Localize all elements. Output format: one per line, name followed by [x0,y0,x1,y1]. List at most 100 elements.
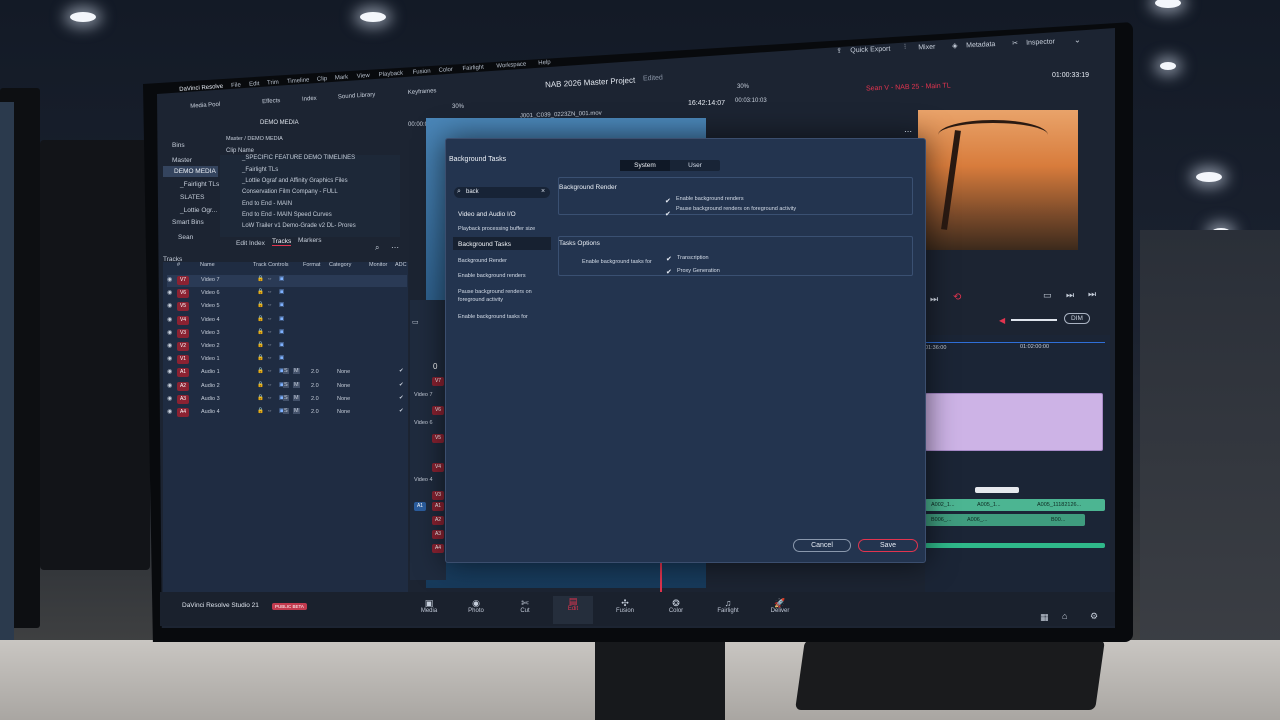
nav-background-render[interactable]: Background Render [458,258,507,264]
media-pool-button[interactable]: Media Pool [190,102,220,110]
track-name[interactable]: Video 2 [201,343,220,349]
inspector-button[interactable]: Inspector [1026,38,1055,46]
index-button[interactable]: Index [302,96,317,103]
track-name[interactable]: Audio 2 [201,383,220,389]
clip-item[interactable]: _Fairlight TLs [242,167,278,173]
nav-enable-tasks[interactable]: Enable background tasks for [458,314,528,320]
auto-select-icon[interactable]: ⇔ [267,355,273,361]
menu-workspace[interactable]: Workspace [496,61,526,69]
lock-icon[interactable]: 🔒 [257,302,264,308]
enable-track-icon[interactable]: ▣ [279,355,284,361]
lock-icon[interactable]: 🔒 [257,316,264,322]
track-name[interactable]: Audio 1 [201,369,220,375]
adc-check[interactable]: ✔ [399,408,404,414]
dialog-more-icon[interactable]: ⋯ [904,127,912,136]
eye-icon[interactable]: ◉ [167,368,172,375]
track-row[interactable]: ◉ V5 Video 5 🔒 ⇔ ▣ [167,301,407,313]
auto-select-icon[interactable]: ⇔ [267,289,273,295]
page-color[interactable]: ❂ Color [663,598,689,614]
solo-button[interactable]: S [283,408,289,414]
page-fairlight[interactable]: ♫ Fairlight [713,598,743,614]
clip-item[interactable]: LoW Trailer v1 Demo-Grade v2 DL- Prores [242,223,356,229]
bin-fairlight[interactable]: _Fairlight TLs [180,181,219,188]
solo-button[interactable]: S [283,381,289,388]
next-icon[interactable]: ⏭ [1066,290,1074,301]
menu-mark[interactable]: Mark [335,75,349,82]
lock-icon[interactable]: 🔒 [257,289,264,295]
adc-check[interactable]: ✔ [399,382,404,388]
eye-icon[interactable]: ◉ [167,276,172,283]
auto-select-icon[interactable]: ⇔ [267,329,273,335]
clip-item[interactable]: End to End - MAIN [242,201,292,207]
lock-icon[interactable]: 🔒 [257,276,264,282]
track-badge[interactable]: A4 [177,408,189,417]
playhead[interactable] [660,562,662,594]
menu-clip[interactable]: Clip [317,76,328,83]
eye-icon[interactable]: ◉ [167,382,172,389]
eye-icon[interactable]: ◉ [167,395,172,402]
nav-pause-renders[interactable]: Pause background renders on foreground a… [458,288,553,304]
keyframes-button[interactable]: Keyframes [408,88,437,96]
enable-track-icon[interactable]: ▣ [279,316,284,322]
track-name[interactable]: Video 1 [201,356,220,362]
track-row[interactable]: ◉ A4 Audio 4 🔒 ⇔ ▣ 2.0 None S M ✔ [167,407,407,419]
eye-icon[interactable]: ◉ [167,302,172,309]
eye-icon[interactable]: ◉ [167,342,172,349]
auto-select-icon[interactable]: ⇔ [267,342,273,348]
expand-icon[interactable]: ⌄ [1074,35,1081,44]
volume-slider[interactable] [1011,319,1057,321]
tl-badge-a2[interactable]: A2 [432,516,444,525]
track-name[interactable]: Audio 4 [201,409,220,415]
pause-renders-checkbox[interactable]: ✔ [665,211,672,218]
tl-badge-v3[interactable]: V3 [432,491,444,500]
track-name[interactable]: Video 3 [201,330,220,336]
enable-track-icon[interactable]: ▣ [279,342,284,348]
track-badge[interactable]: V6 [177,289,189,299]
page-edit[interactable]: ▤ Edit [553,596,593,624]
tab-markers[interactable]: Markers [298,237,321,244]
small-clip[interactable] [975,487,1019,493]
eye-icon[interactable]: ◉ [167,408,172,415]
mute-button[interactable]: M [293,381,300,388]
lock-icon[interactable]: 🔒 [257,395,264,401]
solo-button[interactable]: S [283,394,289,401]
audio-clip[interactable] [925,543,1105,548]
tab-edit-index[interactable]: Edit Index [236,240,265,247]
eye-icon[interactable]: ◉ [167,289,172,296]
menu-view[interactable]: View [357,73,370,80]
mixer-button[interactable]: Mixer [918,44,935,52]
settings-gear-icon[interactable]: ⚙ [1090,611,1098,622]
menu-color[interactable]: Color [438,67,453,74]
more-icon[interactable]: ⋯ [391,243,399,252]
enable-track-icon[interactable]: ▣ [279,289,284,295]
page-deliver[interactable]: 🚀 Deliver [766,598,794,614]
video-clip-row-2[interactable]: B006_... A006_... B00... [925,514,1085,526]
auto-select-icon[interactable]: ⇔ [267,395,273,401]
enable-track-icon[interactable]: ▣ [279,276,284,282]
nav-enable-renders[interactable]: Enable background renders [458,273,526,279]
track-badge[interactable]: A1 [177,368,189,378]
clip-item[interactable]: Conservation Film Company - FULL [242,189,338,195]
mute-icon[interactable]: ◀ [999,316,1005,325]
tl-badge-v4[interactable]: V4 [432,463,444,472]
lock-icon[interactable]: 🔒 [257,329,264,335]
fullscreen-icon[interactable]: ▭ [1043,290,1052,301]
zoom-left[interactable]: 30% [452,104,464,110]
track-name[interactable]: Video 6 [201,290,220,296]
mute-button[interactable]: M [293,408,300,414]
page-media[interactable]: ▣ Media [417,598,441,614]
proxy-checkbox[interactable]: ✔ [666,269,673,276]
menu-edit[interactable]: Edit [249,81,260,88]
track-lock-icon[interactable]: ▭ [412,318,419,326]
track-row[interactable]: ◉ V7 Video 7 🔒 ⇔ ▣ [167,275,407,287]
track-badge[interactable]: A2 [177,381,189,391]
purple-clip[interactable] [925,393,1103,451]
nav-video-audio[interactable]: Video and Audio I/O [458,211,516,218]
mute-button[interactable]: M [293,394,300,401]
track-badge[interactable]: V5 [177,302,189,312]
track-row[interactable]: ◉ V4 Video 4 🔒 ⇔ ▣ [167,315,407,327]
lock-icon[interactable]: 🔒 [257,355,264,361]
track-row[interactable]: ◉ V6 Video 6 🔒 ⇔ ▣ [167,288,407,300]
menu-playback[interactable]: Playback [379,71,404,79]
dim-button[interactable]: DIM [1064,313,1090,324]
